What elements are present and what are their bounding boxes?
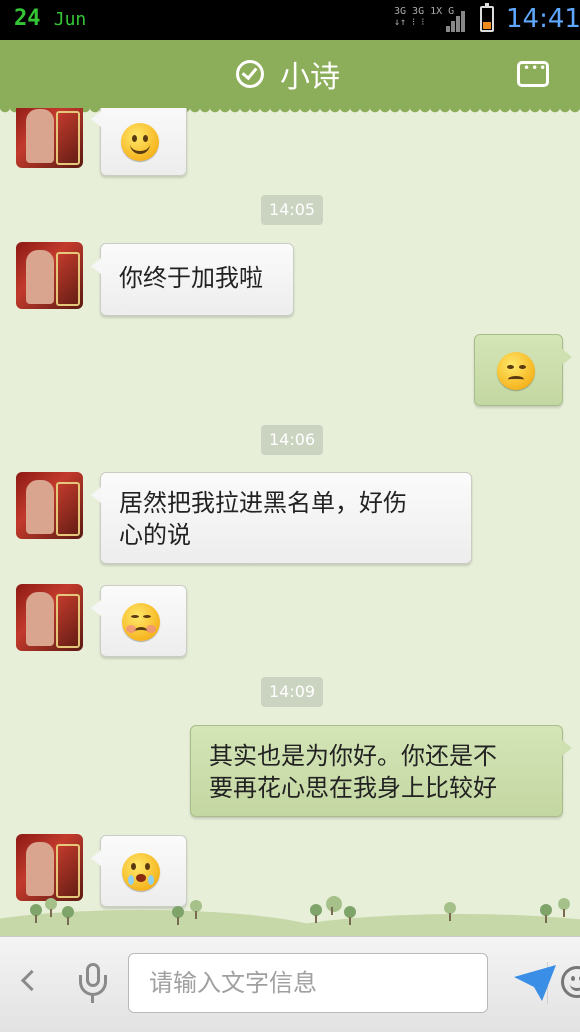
message-text-line: 要再花心思在我身上比较好 [209,774,497,802]
message-bubble-text[interactable]: 居然把我拉进黑名单，好伤 心的说 [91,472,472,564]
chat-header: 小诗 [0,40,580,115]
chevron-left-icon[interactable] [20,967,34,993]
message-input[interactable]: 请输入文字信息 [128,953,580,1013]
input-bar: 请输入文字信息 [0,936,580,1032]
message-text-line: 居然把我拉进黑名单，好伤 [119,489,407,517]
smiley-icon[interactable] [561,966,580,998]
message-text-line: 其实也是为你好。你还是不 [209,742,497,770]
crying-emoji-icon [122,853,160,891]
chat-title: 小诗 [280,60,340,95]
message-bubble-emoji[interactable] [91,585,187,657]
message-bubble-text[interactable]: 你终于加我啦 [91,243,294,316]
send-icon[interactable] [512,963,558,1003]
status-date-day: 24 [14,6,41,31]
status-bar: 24 Jun 3G 3G 1X G ↓↑ ⁝ ⁝ 14:41 [0,0,580,40]
contact-avatar[interactable] [16,242,83,309]
more-options-icon[interactable] [517,61,549,87]
chat-title-group: 小诗 [236,56,340,95]
message-list[interactable]: 14:05 你终于加我啦 14:06 居然把我拉进黑名单，好伤 心的说 14:0… [0,108,580,936]
contact-avatar[interactable] [16,108,83,168]
signal-bars-icon [446,10,468,32]
worried-emoji-icon [497,352,535,390]
status-time: 14:41 [506,4,580,34]
battery-icon [480,3,494,32]
message-input-placeholder: 请输入文字信息 [149,969,317,997]
message-bubble-emoji[interactable] [91,108,187,176]
timestamp: 14:06 [261,425,324,455]
message-text-line: 心的说 [119,521,191,549]
contact-avatar[interactable] [16,584,83,651]
message-text: 你终于加我啦 [119,264,263,292]
contact-avatar[interactable] [16,472,83,539]
status-date: 24 Jun [14,6,86,31]
message-bubble-emoji-self[interactable] [474,334,572,406]
message-bubble-text-self[interactable]: 其实也是为你好。你还是不 要再花心思在我身上比较好 [190,725,572,817]
check-circle-icon [236,60,264,88]
timestamp: 14:09 [261,677,324,707]
status-date-month: Jun [53,9,87,30]
background-scenery [0,888,580,936]
microphone-icon[interactable] [78,963,108,1005]
timestamp: 14:05 [261,195,324,225]
sad-emoji-icon [122,603,160,641]
smile-emoji-icon [121,123,159,161]
